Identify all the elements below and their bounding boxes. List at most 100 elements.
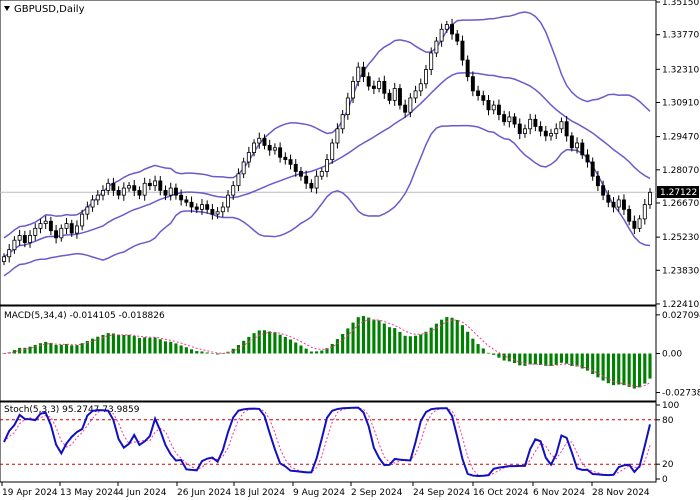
candle-body xyxy=(158,180,163,191)
candle-body xyxy=(173,187,178,196)
price-tick-label: 1.22410 xyxy=(662,300,699,310)
candle-body xyxy=(95,194,100,201)
candle-body xyxy=(121,187,126,196)
macd-bar xyxy=(75,345,79,354)
macd-bar xyxy=(528,353,532,365)
macd-bar xyxy=(341,334,345,354)
candle-body xyxy=(590,161,595,177)
price-tick-label: 1.23830 xyxy=(662,266,699,276)
candle-body xyxy=(627,208,632,222)
date-tick-label: 16 Oct 2024 xyxy=(473,488,529,498)
candle-body xyxy=(101,190,105,196)
macd-bar xyxy=(189,349,194,354)
macd-bar xyxy=(497,353,501,358)
candle-body xyxy=(142,182,147,196)
macd-bar xyxy=(335,339,339,354)
macd-bar xyxy=(466,331,470,354)
price-tick-label: 1.33770 xyxy=(662,31,699,41)
macd-bar xyxy=(70,345,74,354)
candle-body xyxy=(543,130,548,137)
candle-body xyxy=(153,180,158,187)
candle-body xyxy=(460,40,465,61)
macd-bar xyxy=(268,331,272,354)
stochastic-tick-label: 20 xyxy=(662,460,674,470)
candle-body xyxy=(382,80,387,94)
macd-bar xyxy=(643,353,647,384)
candle-body xyxy=(476,90,481,97)
macd-bar xyxy=(18,347,22,354)
candle-body xyxy=(85,206,90,215)
macd-label: MACD(5,34,4) -0.014105 -0.018826 xyxy=(4,311,165,321)
macd-bar xyxy=(242,340,246,354)
macd-bar xyxy=(195,351,199,354)
candle-body xyxy=(179,194,184,201)
macd-bar xyxy=(372,319,376,354)
candle-body xyxy=(559,121,564,130)
candle-body xyxy=(147,182,152,187)
macd-bar xyxy=(570,353,574,367)
price-tick-label: 1.28070 xyxy=(662,166,699,176)
candle-body xyxy=(601,185,606,196)
macd-bar xyxy=(117,334,121,354)
macd-bar xyxy=(606,353,610,384)
date-tick-label: 9 Aug 2024 xyxy=(293,488,345,498)
candle-body xyxy=(621,199,626,210)
candle-body xyxy=(267,144,272,151)
macd-bar xyxy=(414,335,418,354)
candle-body xyxy=(450,24,454,35)
macd-bar xyxy=(648,353,652,379)
macd-bar xyxy=(158,339,162,354)
date-tick-label: 6 Nov 2024 xyxy=(533,488,585,498)
candle-body xyxy=(496,104,501,115)
price-tick-label: 1.30910 xyxy=(662,98,699,108)
stochastic-tick-label: 100 xyxy=(662,401,679,411)
candle-body xyxy=(262,137,267,146)
candle-body xyxy=(205,204,210,210)
candle-body xyxy=(194,206,199,210)
candle-body xyxy=(288,159,293,165)
candle-body xyxy=(632,220,637,229)
macd-bar xyxy=(111,333,115,354)
date-tick-label: 13 May 2024 xyxy=(60,488,119,498)
macd-bar xyxy=(257,330,261,354)
macd-bar xyxy=(502,353,506,361)
macd-bar xyxy=(64,344,69,354)
candle-body xyxy=(278,147,283,158)
candle-body xyxy=(517,123,522,134)
macd-bar xyxy=(559,353,563,363)
candle-body xyxy=(538,126,543,132)
macd-bar xyxy=(486,352,491,354)
macd-bar xyxy=(38,343,43,354)
macd-bar xyxy=(424,331,428,354)
date-tick-label: 4 Jun 2024 xyxy=(118,488,167,498)
candle-body xyxy=(340,114,345,130)
candle-body xyxy=(304,175,309,184)
candle-body xyxy=(38,223,43,229)
date-tick-label: 24 Sep 2024 xyxy=(413,488,470,498)
macd-bar xyxy=(398,331,402,354)
candle-body xyxy=(184,199,189,203)
macd-bar xyxy=(309,351,313,354)
candle-body xyxy=(444,24,449,30)
candle-body xyxy=(298,171,303,177)
candle-body xyxy=(361,66,366,78)
macd-bar xyxy=(554,353,558,365)
macd-bar xyxy=(137,337,142,354)
macd-tick-label: 0.027094 xyxy=(662,311,700,321)
candle-body xyxy=(611,201,616,208)
macd-bar xyxy=(278,334,282,354)
candle-body xyxy=(272,147,277,151)
candle-body xyxy=(330,142,335,161)
candle-body xyxy=(507,116,512,123)
macd-bar xyxy=(393,328,397,354)
macd-bar xyxy=(565,353,569,364)
candle-body xyxy=(351,80,356,99)
macd-bar xyxy=(252,333,256,354)
macd-bar xyxy=(247,336,251,354)
candle-body xyxy=(241,161,246,175)
candle-body xyxy=(397,88,402,106)
candle-body xyxy=(481,95,486,101)
macd-bar xyxy=(320,350,324,354)
macd-bar xyxy=(143,337,147,354)
candle-body xyxy=(132,185,137,191)
